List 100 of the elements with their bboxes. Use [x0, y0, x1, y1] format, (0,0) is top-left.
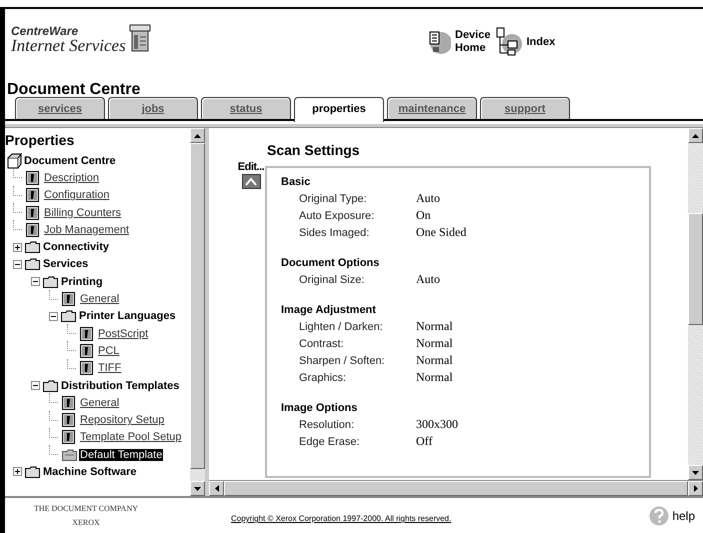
edit-label: Edit... [238, 161, 264, 173]
down-arrow-icon [692, 470, 699, 474]
right-arrow-icon [694, 485, 698, 492]
folder-icon [42, 378, 59, 394]
tree-item[interactable]: Printing [60, 276, 104, 288]
tree-item[interactable]: General [79, 293, 120, 306]
expand-toggle[interactable] [13, 467, 23, 476]
tab[interactable]: status [201, 97, 291, 119]
setting-label: Original Type: [299, 192, 368, 204]
tree-item[interactable]: Machine Software [42, 466, 138, 478]
company-name: XEROX [71, 516, 101, 528]
brand-subtitle: Internet Services [11, 37, 126, 55]
setting-value: Auto [416, 191, 440, 206]
tree-item[interactable]: Job Management [43, 224, 130, 236]
tab[interactable]: support [480, 97, 570, 119]
setting-value: Normal [416, 370, 453, 385]
help-icon [649, 506, 670, 526]
setting-value: 300x300 [416, 417, 458, 432]
setting-label: Sides Imaged: [299, 226, 370, 238]
up-arrow-icon [194, 134, 201, 138]
group-heading: Basic [281, 175, 312, 190]
scrollbar[interactable] [190, 128, 205, 496]
setting-label: Graphics: [299, 372, 348, 384]
brand-name: CentreWare [11, 25, 80, 37]
group-heading: Document Options [281, 256, 380, 271]
help-link[interactable]: help [649, 506, 695, 526]
setting-value: One Sided [416, 225, 466, 240]
help-label: help [672, 508, 695, 522]
document-icon [25, 170, 42, 186]
tree-item[interactable]: Template Pool Setup [79, 431, 183, 444]
up-arrow-icon [692, 134, 699, 138]
box-icon [5, 152, 22, 169]
document-icon [25, 222, 42, 238]
collapse-toggle[interactable] [31, 277, 41, 286]
setting-label: Contrast: [299, 338, 345, 350]
expand-toggle[interactable] [13, 242, 23, 252]
link-label: Home [455, 42, 487, 55]
document-icon [61, 412, 78, 428]
document-icon [61, 291, 78, 308]
document-icon [25, 204, 42, 221]
scrollbar[interactable] [688, 128, 703, 480]
collapse-toggle[interactable] [31, 381, 41, 390]
tree-item[interactable]: Distribution Templates [60, 380, 180, 392]
setting-label: Original Size: [299, 274, 366, 286]
nav-link[interactable]: Index [496, 27, 556, 57]
folder-icon [24, 256, 41, 272]
tab[interactable]: jobs [108, 97, 198, 119]
setting-value: Normal [416, 353, 453, 368]
tree-item[interactable]: Repository Setup [79, 414, 166, 426]
nav-link[interactable]: Device Home [427, 29, 490, 55]
company-tagline: THE DOCUMENT COMPANY [32, 502, 139, 514]
copyright-link[interactable]: Copyright © Xerox Corporation 1997-2000. All rights reserved. [161, 514, 650, 523]
link-label: Index [526, 36, 556, 48]
setting-value: On [416, 208, 431, 223]
scrollbar[interactable] [209, 480, 703, 496]
tab[interactable]: properties [294, 97, 384, 122]
collapse-toggle[interactable] [49, 312, 59, 321]
tree-item[interactable]: Default Template [79, 448, 164, 461]
folder-icon [24, 464, 41, 480]
document-icon [79, 326, 96, 342]
tree-item[interactable]: PCL [97, 344, 120, 357]
link-label: Device [455, 29, 490, 42]
setting-label: Lighten / Darken: [299, 320, 384, 332]
document-icon [61, 429, 78, 446]
setting-label: Sharpen / Soften: [299, 354, 386, 366]
folder-icon [24, 239, 41, 256]
document-icon [61, 394, 78, 411]
tree-item[interactable]: Connectivity [42, 241, 110, 254]
tree-item[interactable]: Services [42, 258, 90, 270]
tree-item[interactable]: PostScript [97, 328, 150, 340]
tree-item[interactable]: Document Centre [23, 154, 117, 167]
tree-item[interactable]: TIFF [97, 362, 122, 374]
tree-item[interactable]: Configuration [43, 189, 110, 202]
setting-value: Normal [416, 319, 453, 334]
section-title: Scan Settings [267, 142, 361, 158]
collapse-toggle[interactable] [13, 260, 23, 269]
setting-label: Auto Exposure: [299, 210, 376, 222]
group-heading: Image Options [281, 401, 358, 416]
tree-item[interactable]: Printer Languages [78, 310, 177, 322]
setting-value: Auto [416, 272, 440, 287]
setting-value: Off [416, 434, 432, 449]
setting-value: Normal [416, 336, 453, 351]
device-icon [427, 29, 451, 55]
printer-icon [128, 23, 151, 53]
setting-label: Edge Erase: [299, 436, 361, 448]
index-tree-icon [496, 27, 522, 57]
left-arrow-icon [214, 485, 218, 492]
document-icon [25, 187, 42, 204]
edit-button[interactable] [242, 174, 260, 189]
tree-item[interactable]: Billing Counters [43, 206, 122, 219]
panel-title: Properties [5, 132, 76, 148]
folder-icon [60, 308, 77, 324]
tree-item[interactable]: General [79, 396, 120, 409]
tab[interactable]: services [15, 97, 105, 119]
page-title: Document Centre [7, 81, 142, 99]
document-icon [79, 360, 96, 376]
folder-icon [61, 446, 78, 463]
tab[interactable]: maintenance [387, 97, 477, 119]
tree-item[interactable]: Description [43, 172, 100, 184]
setting-label: Resolution: [299, 418, 356, 430]
